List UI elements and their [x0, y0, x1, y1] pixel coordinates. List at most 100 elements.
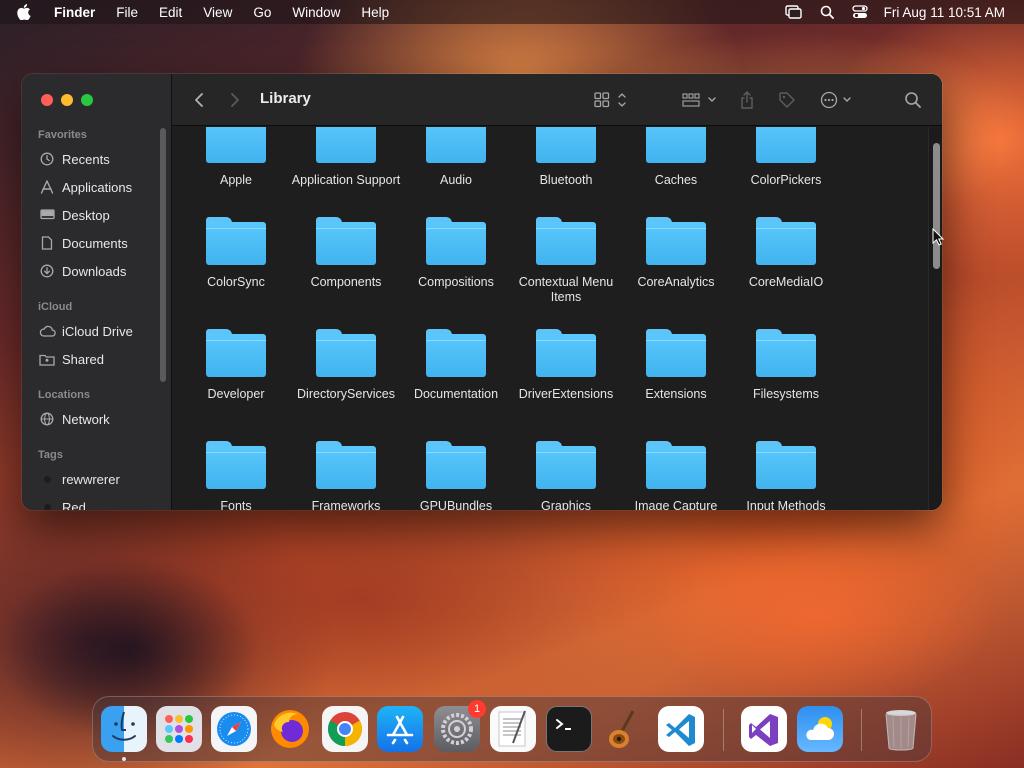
visual-studio-icon[interactable]	[741, 706, 787, 752]
folder-item[interactable]: Compositions	[401, 215, 511, 290]
close-button[interactable]	[41, 94, 53, 106]
folder-item[interactable]: Audio	[401, 127, 511, 188]
folder-item[interactable]: Frameworks	[291, 439, 401, 510]
sidebar-tag-item[interactable]: rewwrerer	[38, 469, 120, 489]
apple-menu-icon[interactable]	[17, 4, 37, 20]
chrome-icon[interactable]	[322, 706, 368, 752]
folder-icon	[536, 127, 596, 165]
sidebar-item-shared[interactable]: Shared	[38, 349, 104, 369]
menu-edit[interactable]: Edit	[159, 5, 182, 20]
search-icon[interactable]	[904, 90, 922, 110]
textedit-icon[interactable]	[490, 706, 536, 752]
sidebar-item-documents[interactable]: Documents	[38, 233, 128, 253]
more-actions-button[interactable]	[820, 90, 854, 110]
menu-help[interactable]: Help	[361, 5, 389, 20]
folder-name: Caches	[654, 173, 698, 187]
tag-icon[interactable]	[778, 90, 796, 110]
share-icon[interactable]	[740, 90, 754, 110]
forward-button[interactable]	[230, 90, 240, 110]
folder-icon	[316, 127, 376, 165]
folder-item[interactable]: GPUBundles	[401, 439, 511, 510]
folder-item[interactable]: Developer	[181, 327, 291, 402]
folder-item[interactable]: Caches	[621, 127, 731, 188]
weather-icon[interactable]	[797, 706, 843, 752]
sidebar-item-recents[interactable]: Recents	[38, 149, 110, 169]
view-mode-icon-button[interactable]	[594, 90, 630, 110]
content-scrollbar[interactable]	[928, 127, 942, 510]
sidebar-item-desktop[interactable]: Desktop	[38, 205, 110, 225]
folder-item[interactable]: DirectoryServices	[291, 327, 401, 402]
app-store-icon[interactable]	[377, 706, 423, 752]
main-content: Library Apple Application Support Audio Blu…	[172, 74, 942, 510]
window-controls	[41, 94, 93, 106]
zoom-button[interactable]	[81, 94, 93, 106]
folder-name: Apple	[220, 173, 252, 187]
folder-item[interactable]: Extensions	[621, 327, 731, 402]
safari-icon[interactable]	[211, 706, 257, 752]
menu-window[interactable]: Window	[292, 5, 340, 20]
folder-icon	[426, 439, 486, 491]
terminal-icon[interactable]	[546, 706, 592, 752]
folder-icon	[316, 439, 376, 491]
folder-item[interactable]: Filesystems	[731, 327, 841, 402]
folder-item[interactable]: Bluetooth	[511, 127, 621, 188]
sidebar-item-label: Shared	[62, 351, 104, 367]
folder-icon	[316, 327, 376, 379]
folder-name: Graphics	[540, 499, 592, 510]
garageband-icon[interactable]	[602, 706, 648, 752]
menu-clock[interactable]: Fri Aug 11 10:51 AM	[884, 5, 1005, 20]
folder-name: Image Capture	[634, 499, 718, 510]
settings-icon[interactable]: 1	[434, 700, 486, 752]
minimize-button[interactable]	[61, 94, 73, 106]
notification-badge: 1	[468, 700, 486, 718]
folder-item[interactable]: Apple	[181, 127, 291, 188]
sidebar-item-icloud-drive[interactable]: iCloud Drive	[38, 321, 133, 341]
folder-item[interactable]: Input Methods	[731, 439, 841, 510]
folder-name: Documentation	[413, 387, 499, 401]
folder-name: DirectoryServices	[297, 387, 395, 401]
running-indicator	[122, 757, 126, 761]
sidebar-item-applications[interactable]: Applications	[38, 177, 132, 197]
folder-item[interactable]: DriverExtensions	[511, 327, 621, 402]
folder-item[interactable]: ColorSync	[181, 215, 291, 290]
sidebar-header-favorites: Favorites	[38, 129, 87, 141]
launchpad-icon[interactable]	[156, 706, 202, 752]
folder-name: Input Methods	[746, 499, 826, 510]
menu-file[interactable]: File	[116, 5, 138, 20]
vscode-icon[interactable]	[658, 706, 704, 752]
applications-icon	[38, 179, 56, 195]
trash-icon[interactable]	[878, 706, 924, 752]
folder-icon	[536, 215, 596, 267]
menu-bar: Finder File Edit View Go Window Help Fri…	[0, 0, 1024, 24]
back-button[interactable]	[194, 90, 204, 110]
folder-item[interactable]: Application Support	[291, 127, 401, 188]
folder-item[interactable]: Image Capture	[621, 439, 731, 510]
search-icon[interactable]	[818, 4, 836, 20]
menu-view[interactable]: View	[203, 5, 232, 20]
sidebar-tag-item[interactable]: Red	[38, 497, 86, 510]
folder-item[interactable]: CoreAnalytics	[621, 215, 731, 290]
sidebar-scrollbar[interactable]	[160, 128, 166, 382]
group-by-button[interactable]	[682, 90, 718, 110]
folder-item[interactable]: CoreMediaIO	[731, 215, 841, 290]
firefox-icon[interactable]	[267, 706, 313, 752]
sidebar-item-label: Red	[62, 499, 86, 511]
folder-item[interactable]: Fonts	[181, 439, 291, 510]
control-center-icon[interactable]	[851, 4, 869, 20]
folder-name: Compositions	[418, 275, 494, 289]
desktop-icon	[38, 207, 56, 223]
sidebar-item-downloads[interactable]: Downloads	[38, 261, 126, 281]
screen-mirroring-icon[interactable]	[785, 4, 803, 20]
folder-name: Developer	[207, 387, 265, 401]
finder-icon[interactable]	[101, 706, 147, 752]
menu-app-name[interactable]: Finder	[54, 5, 95, 20]
folder-item[interactable]: Contextual Menu Items	[511, 215, 621, 305]
folder-name: Extensions	[645, 387, 707, 401]
folder-item[interactable]: Documentation	[401, 327, 511, 402]
folder-item[interactable]: Components	[291, 215, 401, 290]
folder-name: CoreAnalytics	[637, 275, 715, 289]
sidebar-item-network[interactable]: Network	[38, 409, 110, 429]
folder-item[interactable]: ColorPickers	[731, 127, 841, 188]
menu-go[interactable]: Go	[253, 5, 271, 20]
folder-item[interactable]: Graphics	[511, 439, 621, 510]
